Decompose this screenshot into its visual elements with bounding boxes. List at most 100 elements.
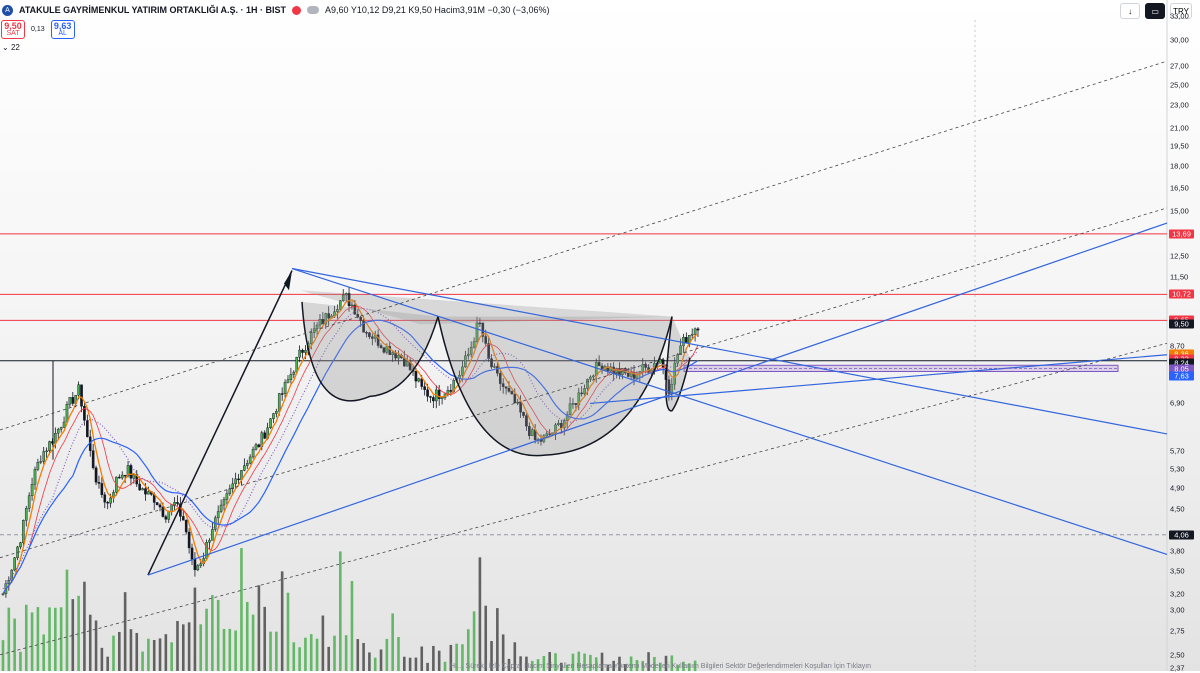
candle-body [420, 378, 424, 387]
volume-bar [193, 587, 197, 671]
volume-bar [83, 581, 86, 671]
volume-bar [54, 607, 57, 671]
price-tag: 9,50 [1169, 319, 1194, 329]
candle-body [437, 389, 441, 399]
handle-shape-left [301, 301, 439, 402]
candle-body [184, 520, 188, 533]
price-axis-tick: 2,75 [1170, 626, 1185, 636]
candle-body [141, 488, 144, 491]
candle-body [187, 531, 191, 549]
candle-body [304, 350, 307, 353]
volume-bar [199, 624, 203, 671]
candle-body [685, 337, 688, 344]
indicator-toggle[interactable]: ⌄ 22 [2, 43, 20, 52]
volume-bar [263, 606, 267, 671]
volume-bar [368, 652, 371, 671]
volume-bar [164, 634, 168, 671]
volume-bar [275, 631, 278, 671]
candle-body [62, 421, 66, 428]
candle-body [176, 502, 179, 504]
candle-body [118, 476, 121, 479]
candle-body [173, 502, 176, 505]
price-axis-tick: 25,00 [1170, 80, 1189, 90]
candle-body [426, 389, 429, 397]
symbol-title[interactable]: ATAKULE GAYRİMENKUL YATIRIM ORTAKLIĞI A.… [19, 5, 286, 15]
candle-body [39, 460, 43, 463]
candle-body [138, 483, 141, 491]
candle-body [301, 349, 304, 353]
candle-body [225, 493, 229, 500]
price-axis-tick: 18,00 [1170, 161, 1189, 171]
candle-body [68, 397, 72, 405]
volume-bar [216, 599, 220, 671]
candle-body [77, 384, 80, 396]
candle-body [251, 449, 255, 458]
price-axis-tick: 3,20 [1170, 589, 1185, 599]
candle-body [690, 333, 694, 336]
volume-bar [373, 657, 377, 671]
candle-body [190, 547, 194, 560]
price-axis-tick: 21,00 [1170, 123, 1189, 133]
price-chart[interactable] [0, 0, 1200, 671]
visibility-toggle-icon[interactable] [307, 6, 320, 14]
candle-body [237, 478, 240, 481]
candle-body [27, 495, 31, 509]
candle-body [129, 465, 133, 479]
candle-body [661, 359, 665, 368]
buy-price: 9,63 [53, 21, 72, 31]
price-tag: 13,69 [1169, 229, 1194, 239]
volume-bar [350, 581, 354, 671]
download-icon[interactable]: ↓ [1120, 3, 1141, 19]
price-axis-tick: 27,00 [1170, 61, 1189, 71]
candle-body [658, 359, 662, 364]
candle-body [286, 379, 290, 383]
candle-body [693, 328, 697, 335]
volume-bar [65, 569, 69, 671]
candle-body [275, 411, 278, 414]
volume-bar [88, 614, 92, 671]
sell-button[interactable]: 9,50 SAT [1, 20, 25, 39]
candle-body [216, 511, 220, 519]
candle-body [94, 467, 98, 483]
volume-bar [356, 639, 360, 671]
candle-body [22, 520, 25, 543]
volume-bar [257, 585, 261, 671]
price-tag: 4,06 [1169, 530, 1194, 540]
volume-bar [408, 657, 412, 671]
fullscreen-icon[interactable]: ▭ [1145, 3, 1166, 19]
price-tag: 10,72 [1169, 289, 1194, 299]
price-axis-tick: 30,00 [1170, 35, 1189, 45]
volume-bar [13, 618, 16, 671]
chart-area[interactable]: A ATAKULE GAYRİMENKUL YATIRIM ORTAKLIĞI … [0, 0, 1200, 673]
volume-bar [158, 638, 162, 671]
volume-bar [397, 637, 400, 671]
trend-line [291, 267, 1168, 555]
volume-bar [333, 635, 336, 671]
candle-body [283, 382, 287, 394]
candle-body [449, 390, 453, 392]
volume-bar [30, 612, 34, 671]
volume-bar [176, 620, 179, 671]
candle-body [48, 441, 51, 452]
buy-button[interactable]: 9,63 AL [50, 20, 75, 39]
volume-bar [205, 608, 208, 671]
volume-bar [187, 622, 191, 671]
volume-bar [152, 640, 156, 671]
volume-bar [71, 599, 75, 671]
price-axis-tick: 16,50 [1170, 183, 1189, 193]
sell-label: SAT [6, 30, 20, 37]
volume-bar [426, 662, 429, 671]
candle-body [1, 593, 5, 595]
volume-bar [496, 608, 499, 671]
price-axis-tick: 5,30 [1170, 464, 1185, 474]
volume-bar [1, 640, 5, 671]
volume-bar [36, 607, 40, 671]
candle-body [193, 558, 197, 571]
volume-bar [309, 634, 313, 671]
volume-bar [141, 651, 144, 671]
candle-body [272, 413, 275, 419]
volume-bar [385, 638, 389, 671]
candle-body [132, 474, 136, 479]
volume-bar [112, 635, 115, 671]
volume-bar [100, 647, 104, 671]
